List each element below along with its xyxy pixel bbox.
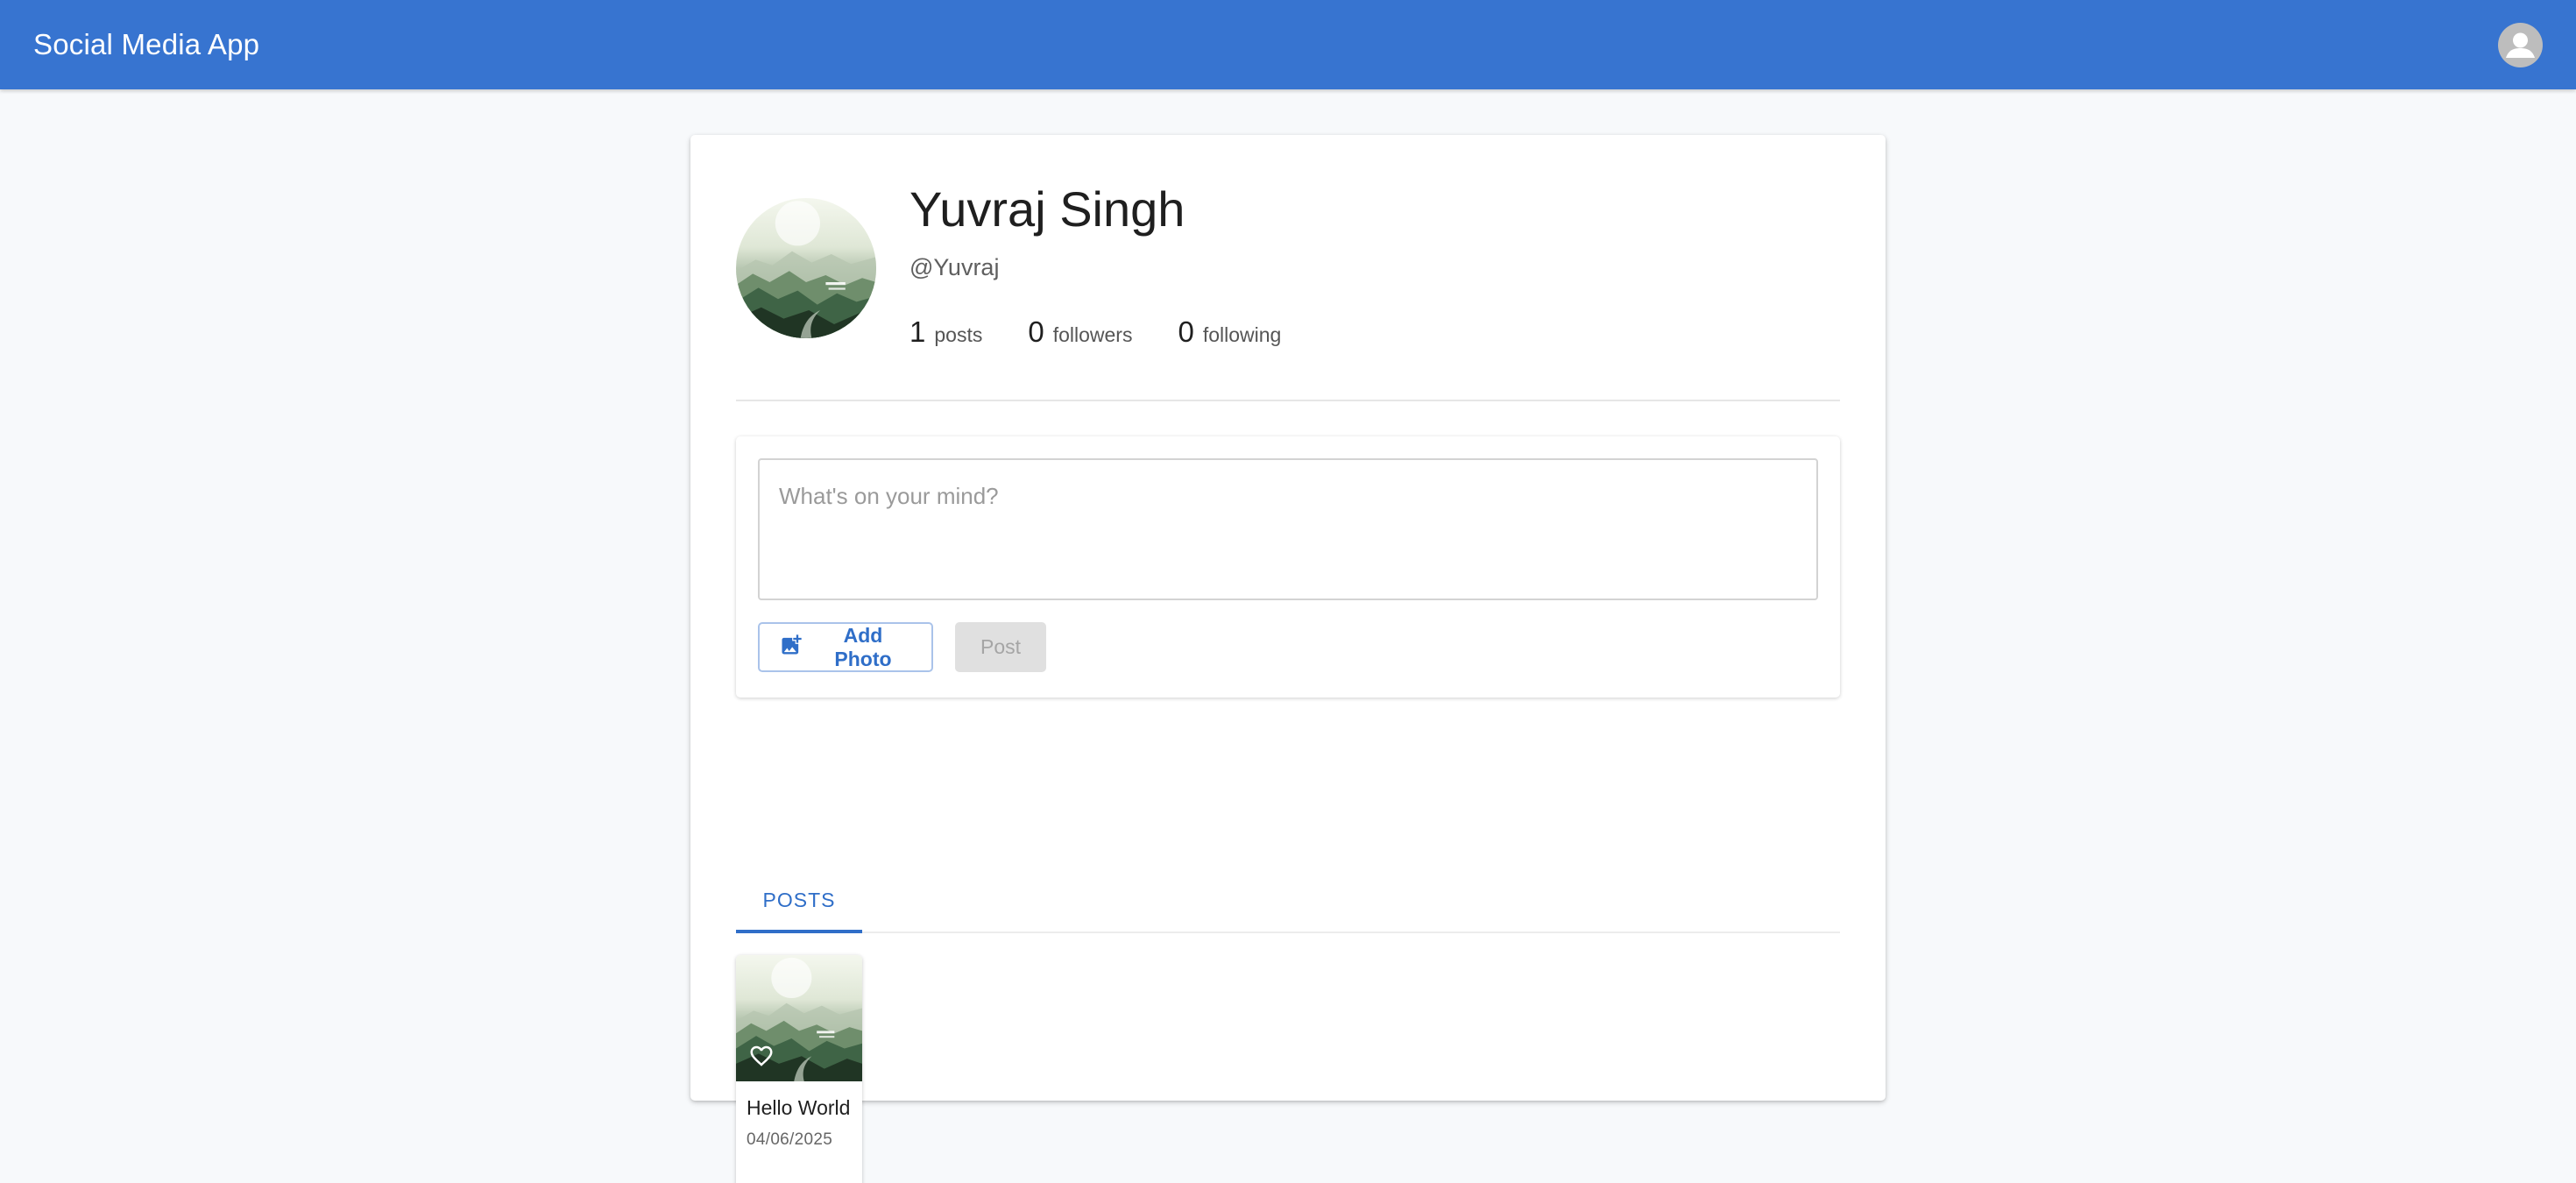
add-photo-label: Add Photo — [834, 623, 892, 670]
profile-name: Yuvraj Singh — [909, 181, 1185, 237]
account-circle-icon[interactable] — [2498, 22, 2543, 67]
stat-following-count: 0 — [1178, 315, 1194, 348]
stat-following[interactable]: 0 following — [1178, 315, 1281, 349]
stat-followers-label: followers — [1052, 323, 1133, 346]
tab-active-indicator — [736, 930, 862, 933]
profile-avatar[interactable] — [736, 198, 876, 338]
profile-stats: 1 posts 0 followers 0 following — [909, 315, 1281, 349]
stat-followers[interactable]: 0 followers — [1028, 315, 1132, 349]
post-button[interactable]: Post — [955, 622, 1046, 672]
app-bar: Social Media App — [0, 0, 2576, 89]
post-text-input[interactable] — [758, 458, 1818, 600]
app-title[interactable]: Social Media App — [33, 28, 259, 61]
stat-posts[interactable]: 1 posts — [909, 315, 982, 349]
profile-tabs: POSTS — [736, 868, 1840, 933]
post-composer: Add Photo Post — [736, 436, 1840, 698]
post-date: 04/06/2025 — [747, 1130, 833, 1149]
profile-card: Yuvraj Singh @Yuvraj 1 posts 0 followers 0… — [690, 135, 1886, 1183]
post-card[interactable]: Hello World 04/06/2025 — [736, 955, 862, 1183]
heart-icon[interactable] — [748, 1043, 775, 1069]
profile-divider — [736, 400, 1840, 401]
stat-posts-label: posts — [934, 323, 983, 346]
add-photo-icon — [779, 633, 803, 662]
stat-posts-count: 1 — [909, 315, 926, 348]
tab-posts[interactable]: POSTS — [736, 868, 862, 933]
add-photo-button[interactable]: Add Photo — [758, 622, 933, 672]
profile-handle: @Yuvraj — [909, 254, 1000, 280]
stat-following-label: following — [1202, 323, 1282, 346]
post-title: Hello World — [747, 1096, 851, 1119]
stat-followers-count: 0 — [1028, 315, 1044, 348]
